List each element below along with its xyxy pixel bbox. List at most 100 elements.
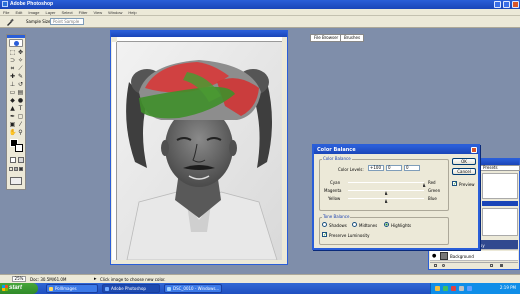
shape-tool-icon[interactable]: ▢	[17, 113, 24, 120]
healing-brush-tool-icon[interactable]: ✚	[9, 73, 16, 80]
yellow-label: Yellow	[328, 196, 341, 201]
type-tool-icon[interactable]: T	[17, 105, 24, 112]
toolbox: ⬚ ✥ ⊃ ✧ ⌗ ⟋ ✚ ✎ ⊥ ↺ ▭ ▤ ◆ ● ▲ T ✒ ▢ ▣ ⁄ …	[6, 34, 26, 190]
jump-to-imageready-icon[interactable]	[10, 177, 22, 185]
status-hint: Click image to choose new color.	[100, 277, 166, 282]
standard-mode-icon[interactable]	[10, 157, 16, 163]
menu-item-view[interactable]: View	[91, 9, 106, 16]
clock: 2:19 PM	[499, 285, 516, 290]
maximize-button[interactable]	[503, 1, 510, 8]
portrait-photo	[117, 42, 282, 260]
brush-tool-icon[interactable]: ✎	[17, 73, 24, 80]
marquee-tool-icon[interactable]: ⬚	[9, 49, 16, 56]
options-bar: Sample Size: Point Sample File Browser B…	[0, 16, 520, 42]
image-canvas[interactable]	[117, 42, 282, 260]
menu-item-filter[interactable]: Filter	[76, 9, 91, 16]
folder-icon	[49, 287, 53, 291]
preserve-luminosity-label: Preserve Luminosity	[329, 233, 370, 238]
screen-mode-full-menu-icon[interactable]	[14, 167, 18, 171]
eraser-tool-icon[interactable]: ▭	[9, 89, 16, 96]
layer-visibility-eye-icon[interactable]: ●	[432, 254, 436, 259]
clone-stamp-tool-icon[interactable]: ⊥	[9, 81, 16, 88]
menu-item-file[interactable]: File	[0, 9, 12, 16]
dodge-tool-icon[interactable]: ●	[17, 97, 24, 104]
presets-tab[interactable]: Presets	[480, 165, 520, 171]
screen-mode-standard-icon[interactable]	[9, 167, 13, 171]
layer-name: Background	[450, 254, 474, 259]
task-label: PollImages	[55, 286, 77, 291]
menu-item-help[interactable]: Help	[125, 9, 139, 16]
tray-icon-4[interactable]	[459, 286, 464, 291]
taskbar-item-photoshop[interactable]: Adobe Photoshop	[102, 284, 160, 293]
background-color-swatch[interactable]	[15, 144, 23, 152]
brushes-tab[interactable]: Brushes	[340, 34, 365, 42]
cyan-red-track	[348, 182, 424, 183]
eyedropper-tool-icon[interactable]: ⁄	[17, 121, 24, 128]
start-button[interactable]: start	[0, 283, 38, 294]
color-balance-group-title: Color Balance	[322, 156, 352, 161]
taskbar-item-pollimages[interactable]: PollImages	[46, 284, 98, 293]
menu-item-layer[interactable]: Layer	[42, 9, 58, 16]
shadows-radio[interactable]	[322, 222, 327, 227]
path-selection-tool-icon[interactable]: ▲	[9, 105, 16, 112]
blur-tool-icon[interactable]: ◆	[9, 97, 16, 104]
screen-mode-full-icon[interactable]	[19, 167, 23, 171]
layer-style-icon[interactable]	[434, 264, 437, 267]
highlights-radio[interactable]	[384, 222, 389, 227]
zoom-level-field[interactable]: 25%	[12, 276, 26, 282]
layer-mask-icon[interactable]	[442, 264, 445, 267]
crop-tool-icon[interactable]: ⌗	[9, 65, 16, 72]
adobe-online-icon[interactable]	[9, 39, 23, 47]
zoom-tool-icon[interactable]: ⚲	[17, 129, 24, 136]
menu-item-image[interactable]: Image	[25, 9, 42, 16]
preserve-luminosity-checkbox[interactable]: ✓	[322, 232, 327, 238]
tray-icon-5[interactable]	[467, 286, 472, 291]
tray-icon-1[interactable]	[435, 286, 440, 291]
midtones-label: Midtones	[359, 223, 378, 228]
status-menu-arrow-icon[interactable]: ▸	[94, 276, 97, 282]
quick-mask-mode-icon[interactable]	[18, 157, 24, 163]
taskbar: start PollImages Adobe Photoshop DSC_001…	[0, 283, 520, 294]
file-browser-tab[interactable]: File Browser	[310, 34, 343, 42]
move-tool-icon[interactable]: ✥	[17, 49, 24, 56]
history-brush-tool-icon[interactable]: ↺	[17, 81, 24, 88]
color-level-field-3[interactable]: 0	[404, 165, 420, 171]
preview-checkbox[interactable]: ✓	[452, 181, 457, 187]
layer-row-background[interactable]: ● Background	[430, 251, 518, 261]
menu-item-edit[interactable]: Edit	[12, 9, 25, 16]
gradient-tool-icon[interactable]: ▤	[17, 89, 24, 96]
tray-icon-3[interactable]	[451, 286, 456, 291]
dialog-title[interactable]: Color Balance	[314, 146, 478, 154]
tray-icon-2[interactable]	[443, 286, 448, 291]
cancel-button[interactable]: Cancel	[452, 168, 476, 175]
pen-tool-icon[interactable]: ✒	[9, 113, 16, 120]
magic-wand-tool-icon[interactable]: ✧	[17, 57, 24, 64]
tone-balance-group-title: Tone Balance	[322, 214, 351, 219]
dialog-close-icon[interactable]	[471, 147, 477, 153]
highlights-label: Highlights	[391, 223, 412, 228]
task-label: Adobe Photoshop	[111, 286, 146, 291]
midtones-radio[interactable]	[352, 222, 357, 227]
palette-content-area	[482, 208, 518, 236]
photoshop-app-icon	[2, 1, 8, 7]
shadows-label: Shadows	[329, 223, 347, 228]
palette-swatches-area	[482, 173, 518, 199]
close-button[interactable]	[512, 1, 519, 8]
color-level-field-2[interactable]: 0	[386, 165, 402, 171]
minimize-button[interactable]	[494, 1, 501, 8]
taskbar-item-image-viewer[interactable]: DSC_0010 - Windows...	[164, 284, 222, 293]
cyan-label: Cyan	[330, 180, 341, 185]
new-layer-icon[interactable]	[490, 264, 493, 267]
color-level-field-1[interactable]: +100	[368, 165, 384, 171]
notes-tool-icon[interactable]: ▣	[9, 121, 16, 128]
menu-item-window[interactable]: Window	[105, 9, 125, 16]
hand-tool-icon[interactable]: ✋	[9, 129, 16, 136]
eyedropper-icon[interactable]	[6, 18, 14, 26]
sample-size-select[interactable]: Point Sample	[50, 18, 84, 25]
menu-item-select[interactable]: Select	[59, 9, 76, 16]
trash-icon[interactable]	[500, 264, 503, 267]
lasso-tool-icon[interactable]: ⊃	[9, 57, 16, 64]
ok-button[interactable]: OK	[452, 158, 476, 165]
toolbox-header[interactable]	[7, 35, 25, 38]
slice-tool-icon[interactable]: ⟋	[17, 65, 24, 72]
